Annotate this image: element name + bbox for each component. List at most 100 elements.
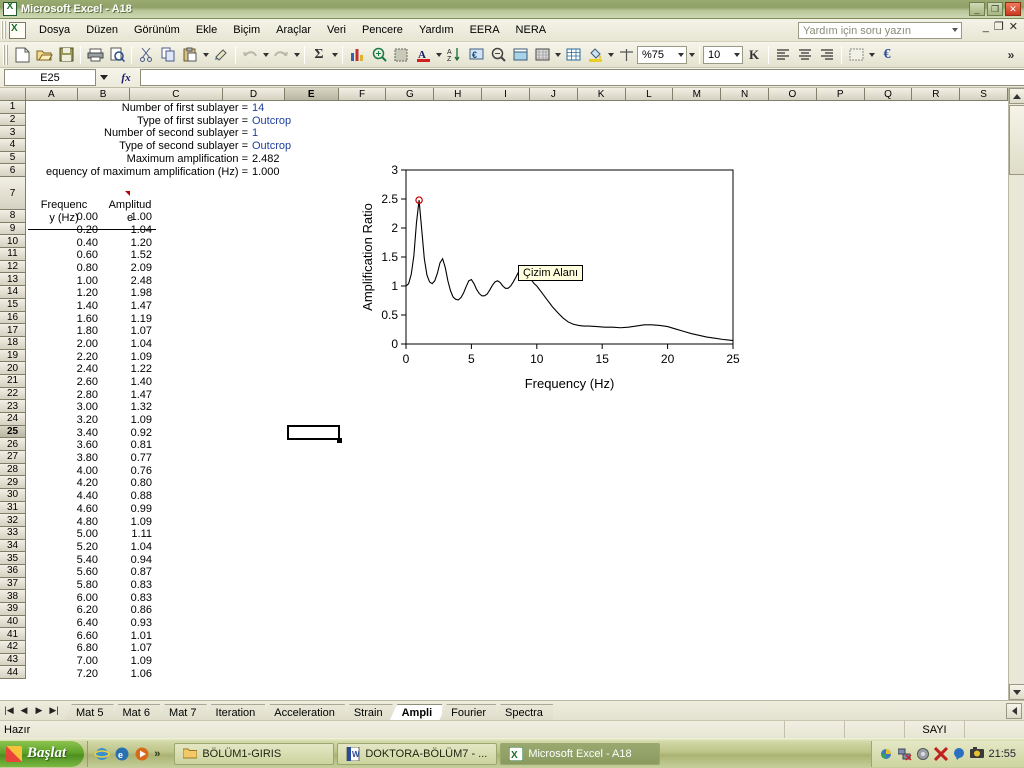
comment-indicator-icon[interactable] xyxy=(125,191,130,196)
cell-A13[interactable]: 1.00 xyxy=(28,275,98,287)
format-painter-icon[interactable] xyxy=(210,44,232,66)
align-left-icon[interactable] xyxy=(772,44,794,66)
cell-A33[interactable]: 5.00 xyxy=(28,528,98,540)
cell-A22[interactable]: 2.80 xyxy=(28,389,98,401)
row-header-3[interactable]: 3 xyxy=(0,126,26,140)
row-header-28[interactable]: 28 xyxy=(0,463,26,477)
column-header-k[interactable]: K xyxy=(577,88,626,101)
cell-B15[interactable]: 1.47 xyxy=(100,300,152,312)
row-header-6[interactable]: 6 xyxy=(0,164,26,178)
name-box[interactable]: E25 xyxy=(4,69,96,86)
plot-area[interactable] xyxy=(405,169,734,345)
cell-B38[interactable]: 0.83 xyxy=(100,592,152,604)
zoom-in-icon[interactable] xyxy=(368,44,390,66)
column-header-o[interactable]: O xyxy=(768,88,817,101)
row-header-10[interactable]: 10 xyxy=(0,235,26,249)
cell-A31[interactable]: 4.60 xyxy=(28,503,98,515)
fill-handle[interactable] xyxy=(337,438,342,444)
row-header-27[interactable]: 27 xyxy=(0,450,26,464)
row-header-40[interactable]: 40 xyxy=(0,615,26,629)
column-header-c[interactable]: C xyxy=(129,88,224,101)
cell-A44[interactable]: 7.20 xyxy=(28,668,98,680)
tab-scroll-left-button[interactable] xyxy=(1006,702,1022,719)
row-header-15[interactable]: 15 xyxy=(0,298,26,312)
antivirus-icon[interactable] xyxy=(934,746,949,761)
sheet-tab-mat-7[interactable]: Mat 7 xyxy=(157,703,207,721)
cell-A14[interactable]: 1.20 xyxy=(28,287,98,299)
cell-A39[interactable]: 6.20 xyxy=(28,604,98,616)
network-icon[interactable] xyxy=(897,747,912,761)
cell-B19[interactable]: 1.09 xyxy=(100,351,152,363)
sheet-tab-mat-6[interactable]: Mat 6 xyxy=(110,703,161,721)
pattern-icon[interactable] xyxy=(531,44,553,66)
cell-B39[interactable]: 0.86 xyxy=(100,604,152,616)
row-header-43[interactable]: 43 xyxy=(0,653,26,667)
cell-B31[interactable]: 0.99 xyxy=(100,503,152,515)
save-icon[interactable] xyxy=(55,44,77,66)
euro-format-icon[interactable]: € xyxy=(465,44,487,66)
quick-launch-overflow-icon[interactable]: » xyxy=(154,748,160,760)
cell-A20[interactable]: 2.40 xyxy=(28,363,98,375)
row-header-39[interactable]: 39 xyxy=(0,602,26,616)
font-size-combo[interactable]: 10 xyxy=(703,45,743,64)
prev-sheet-button[interactable]: ◀ xyxy=(17,703,31,718)
cell-B30[interactable]: 0.88 xyxy=(100,490,152,502)
cell-B10[interactable]: 1.20 xyxy=(100,237,152,249)
column-header-e[interactable]: E xyxy=(284,88,339,101)
media-player-icon[interactable] xyxy=(134,746,150,762)
copy-icon[interactable] xyxy=(157,44,179,66)
cell-selection-E25[interactable] xyxy=(287,424,340,441)
row-header-7[interactable]: 7 xyxy=(0,177,26,211)
row-header-35[interactable]: 35 xyxy=(0,552,26,565)
chart-wizard-icon[interactable] xyxy=(346,44,368,66)
cell-B27[interactable]: 0.77 xyxy=(100,452,152,464)
cell-B22[interactable]: 1.47 xyxy=(100,389,152,401)
column-header-l[interactable]: L xyxy=(625,88,674,101)
row-header-32[interactable]: 32 xyxy=(0,514,26,527)
cell-A26[interactable]: 3.60 xyxy=(28,439,98,451)
cell-A35[interactable]: 5.40 xyxy=(28,554,98,566)
zoom-combo[interactable]: %75 xyxy=(637,45,687,64)
row-header-19[interactable]: 19 xyxy=(0,349,26,363)
pattern-chevron-down-icon[interactable] xyxy=(553,44,562,66)
menu-item-duzen[interactable]: Düzen xyxy=(78,21,126,39)
shield-icon[interactable] xyxy=(916,747,930,761)
row-header-16[interactable]: 16 xyxy=(0,311,26,325)
messenger-icon[interactable] xyxy=(952,747,966,761)
name-box-chevron-down-icon[interactable] xyxy=(96,69,112,86)
toolbar-overflow-chevron-down-icon[interactable] xyxy=(687,44,696,66)
table-icon[interactable] xyxy=(562,44,584,66)
row-header-11[interactable]: 11 xyxy=(0,248,26,261)
cell-B32[interactable]: 1.09 xyxy=(100,516,152,528)
cell-A18[interactable]: 2.00 xyxy=(28,338,98,350)
cell-A12[interactable]: 0.80 xyxy=(28,262,98,274)
menu-item-gorunum[interactable]: Görünüm xyxy=(126,21,188,39)
menu-item-nera[interactable]: NERA xyxy=(508,21,555,39)
print-preview-icon[interactable] xyxy=(106,44,128,66)
row-header-9[interactable]: 9 xyxy=(0,222,26,236)
scroll-up-button[interactable] xyxy=(1009,88,1024,104)
row-header-14[interactable]: 14 xyxy=(0,286,26,299)
row-header-17[interactable]: 17 xyxy=(0,324,26,337)
menu-item-bicim[interactable]: Biçim xyxy=(225,21,268,39)
cell-B35[interactable]: 0.94 xyxy=(100,554,152,566)
help-search-input[interactable]: Yardım için soru yazın xyxy=(798,22,962,39)
cell-A19[interactable]: 2.20 xyxy=(28,351,98,363)
column-header-n[interactable]: N xyxy=(721,88,769,101)
row-header-18[interactable]: 18 xyxy=(0,336,26,350)
cell-A27[interactable]: 3.80 xyxy=(28,452,98,464)
print-icon[interactable] xyxy=(84,44,106,66)
minimize-button[interactable]: _ xyxy=(969,2,985,16)
open-icon[interactable] xyxy=(33,44,55,66)
sheet-tab-ampli[interactable]: Ampli xyxy=(389,703,443,721)
font-color-icon[interactable]: A xyxy=(412,44,434,66)
cell-A37[interactable]: 5.80 xyxy=(28,579,98,591)
drawing-icon[interactable] xyxy=(390,44,412,66)
cell-A40[interactable]: 6.40 xyxy=(28,617,98,629)
cell-A16[interactable]: 1.60 xyxy=(28,313,98,325)
zoom-chevron-down-icon[interactable] xyxy=(678,52,684,57)
cell-B24[interactable]: 1.09 xyxy=(100,414,152,426)
toolbar-overflow-icon[interactable]: » xyxy=(1000,44,1022,66)
cell-B36[interactable]: 0.87 xyxy=(100,566,152,578)
sheet-tab-strain[interactable]: Strain xyxy=(341,703,393,721)
